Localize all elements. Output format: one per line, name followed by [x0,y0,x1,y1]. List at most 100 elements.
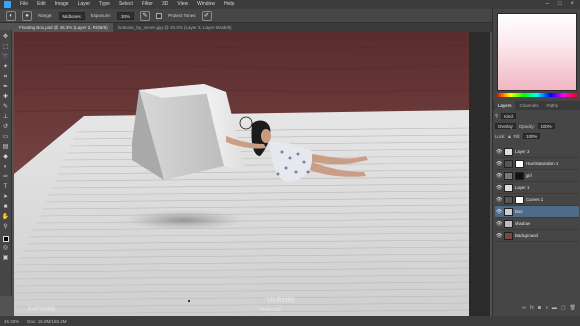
layer-row[interactable]: 👁︎ girl [495,170,579,182]
search-icon[interactable]: ⚲ [495,113,498,119]
visibility-eye-icon[interactable]: 👁︎ [496,161,502,167]
move-tool-icon[interactable]: ✥ [2,33,10,41]
zoom-tool-icon[interactable]: ⚲ [2,223,10,231]
hand-tool-icon[interactable]: ✋ [2,213,10,221]
menu-select[interactable]: Select [119,0,133,9]
maximize-icon[interactable]: □ [558,1,562,7]
add-mask-icon[interactable]: ◙ [538,305,541,314]
visibility-eye-icon[interactable]: 👁︎ [496,185,502,191]
protect-tones-checkbox[interactable] [156,12,163,19]
visibility-eye-icon[interactable]: 👁︎ [496,197,502,203]
close-icon[interactable]: × [570,1,574,7]
zoom-level[interactable]: 45.33% [4,319,19,324]
layer-name: girl [526,173,532,178]
marquee-tool-icon[interactable]: ⬚ [2,43,10,51]
blur-tool-icon[interactable]: ◆ [2,153,10,161]
brush-preset-icon[interactable]: ● [22,10,32,21]
menu-type[interactable]: Type [99,0,110,9]
layer-mask-thumbnail [515,195,524,204]
watermark-center: 飞特素材网 [264,296,294,304]
exposure-field[interactable]: 30% [117,11,135,20]
healing-tool-icon[interactable]: ✚ [2,93,10,101]
layer-row[interactable]: 👁︎ Background [495,230,579,242]
lock-icon[interactable]: 🔒︎ [508,134,510,139]
minimize-icon[interactable]: – [546,1,549,7]
layer-thumbnail [504,171,513,180]
history-brush-tool-icon[interactable]: ↺ [2,123,10,131]
new-layer-icon[interactable]: ▢ [561,305,566,314]
pen-tool-icon[interactable]: ✑ [2,173,10,181]
pressure-icon[interactable]: ✐ [201,10,212,21]
path-select-tool-icon[interactable]: ➤ [2,193,10,201]
range-label: Range: [38,13,53,18]
layer-row[interactable]: 👁︎ shadow [495,218,579,230]
foreground-color-swatch[interactable] [2,236,9,242]
group-folder-icon[interactable]: ▬ [552,305,557,314]
crop-tool-icon[interactable]: ⌗ [2,73,10,81]
layer-row[interactable]: 👁︎ Hue/Saturation 1 [495,158,579,170]
quick-mask-icon[interactable]: ◎ [2,244,10,252]
blend-mode-select[interactable]: Overlay [495,123,516,129]
layer-thumbnail [504,219,513,228]
lock-row: Lock: 🔒︎ Fill: 100% [495,132,579,140]
menu-file[interactable]: File [20,0,28,9]
menu-window[interactable]: Window [197,0,215,9]
hue-slider[interactable] [497,93,577,97]
layers-panel-tabs: Layers Channels Paths [493,101,580,110]
visibility-eye-icon[interactable]: 👁︎ [496,233,502,239]
menu-edit[interactable]: Edit [37,0,46,9]
lasso-tool-icon[interactable]: ➰ [2,53,10,61]
dodge-tool-icon[interactable]: ◐ [2,163,10,171]
range-select[interactable]: Midtones [58,11,85,20]
opacity-field[interactable]: 100% [537,123,555,129]
layer-kind-select[interactable]: Kind [501,113,516,119]
shape-tool-icon[interactable]: ■ [2,203,10,211]
fx-icon[interactable]: fx [530,305,534,314]
visibility-eye-icon[interactable]: 👁︎ [496,149,502,155]
quick-select-tool-icon[interactable]: ✦ [2,63,10,71]
eyedropper-tool-icon[interactable]: ✒ [2,83,10,91]
adjustment-thumbnail [504,195,513,204]
menu-image[interactable]: Image [55,0,69,9]
fill-field[interactable]: 100% [523,133,541,139]
layer-row[interactable]: 👁︎ Layer 1 [495,182,579,194]
document-tab-active[interactable]: Floating Box.psd @ 45.3% (Layer 2, RGB/8… [14,23,113,32]
gradient-tool-icon[interactable]: ▤ [2,143,10,151]
tab-channels[interactable]: Channels [517,101,542,110]
menu-help[interactable]: Help [224,0,234,9]
dodge-tool-icon[interactable]: ◐ [6,10,16,21]
type-tool-icon[interactable]: T [2,183,10,191]
adjustment-layer-icon[interactable]: ◑ [545,305,548,314]
color-picker-field[interactable] [497,13,577,91]
menu-3d[interactable]: 3D [162,0,168,9]
trash-icon[interactable]: 🗑︎ [570,305,576,314]
layer-name: Box [515,209,523,214]
layer-name: Curves 1 [526,197,544,202]
visibility-eye-icon[interactable]: 👁︎ [496,209,502,215]
link-layers-icon[interactable]: ∞ [522,305,526,314]
layer-row[interactable]: 👁︎ Layer 3 [495,146,579,158]
visibility-eye-icon[interactable]: 👁︎ [496,173,502,179]
stamp-tool-icon[interactable]: ⊥ [2,113,10,121]
menu-layer[interactable]: Layer [78,0,91,9]
tab-layers[interactable]: Layers [495,101,515,110]
screen-mode-icon[interactable]: ▣ [2,254,10,262]
brush-tool-icon[interactable]: ✎ [2,103,10,111]
visibility-eye-icon[interactable]: 👁︎ [496,221,502,227]
airbrush-icon[interactable]: ✎ [140,10,151,21]
status-bar: 45.33% Doc: 15.0M/160.4M [0,316,580,326]
layer-mask-thumbnail [515,159,524,168]
tab-paths[interactable]: Paths [544,101,562,110]
layer-row[interactable]: 👁︎ Curves 1 [495,194,579,206]
layers-panel-footer: ∞ fx ◙ ◑ ▬ ▢ 🗑︎ [495,305,579,314]
menu-bar: File Edit Image Layer Type Select Filter… [0,0,580,9]
menu-view[interactable]: View [177,0,188,9]
layer-row-selected[interactable]: 👁︎ Box [495,206,579,218]
document-tab-bar: Floating Box.psd @ 45.3% (Layer 2, RGB/8… [14,23,492,32]
document-tab-inactive[interactable]: footnote_by_seven.jpg @ 45.3% (Layer 3, … [113,23,237,32]
layers-list: 👁︎ Layer 3 👁︎ Hue/Saturation 1 👁︎ girl 👁… [495,146,579,242]
document-canvas[interactable]: KAFVARB 飞特素材网 fevte.com [14,32,490,316]
watermark-center-2: fevte.com [260,307,282,313]
eraser-tool-icon[interactable]: ▭ [2,133,10,141]
menu-filter[interactable]: Filter [142,0,153,9]
